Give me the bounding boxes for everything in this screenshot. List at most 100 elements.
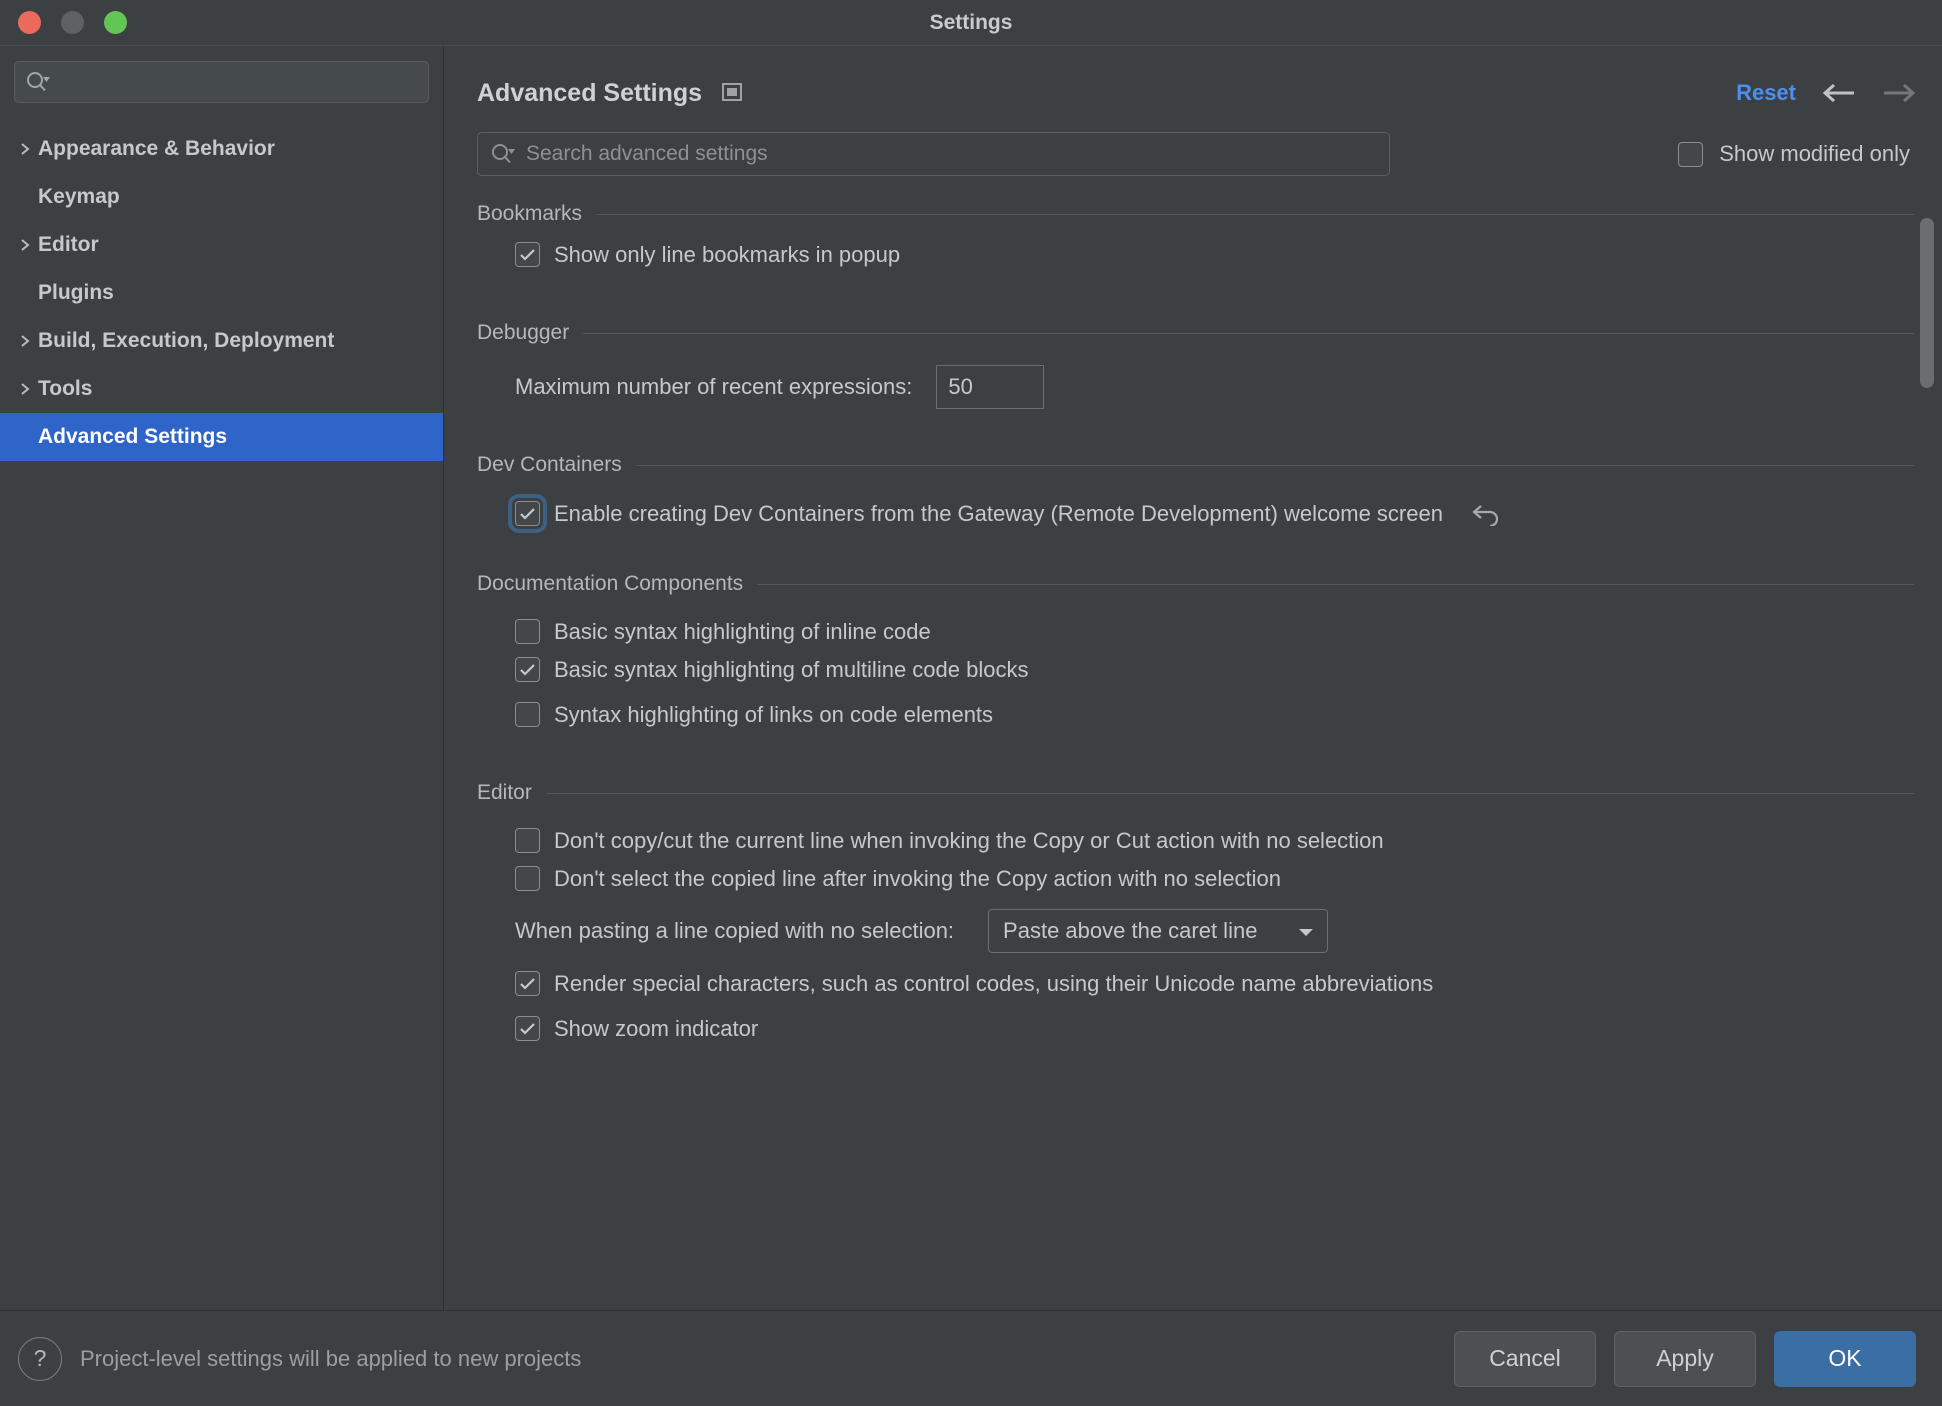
section-divider [583, 332, 1914, 334]
show-modified-only-label: Show modified only [1719, 141, 1910, 166]
sidebar-item-build-execution-deployment[interactable]: Build, Execution, Deployment [0, 317, 443, 365]
section-title: Bookmarks [477, 202, 583, 225]
section-title: Dev Containers [477, 453, 622, 476]
setting-label: Syntax highlighting of links on code ele… [554, 701, 994, 727]
help-icon[interactable]: ? [18, 1336, 62, 1381]
section-divider [757, 583, 1914, 585]
setting-row-dont-select-copied-line[interactable]: Don't select the copied line after invok… [477, 856, 1942, 901]
apply-button[interactable]: Apply [1614, 1330, 1756, 1387]
settings-main-panel: Advanced Settings Reset Search advanced … [444, 45, 1942, 1310]
checkbox-box[interactable] [515, 619, 540, 644]
section-header: Editor [477, 781, 1942, 805]
paste-behavior-dropdown[interactable]: Paste above the caret line [988, 909, 1329, 953]
header-actions: Reset [1736, 78, 1916, 106]
sidebar-item-label: Build, Execution, Deployment [38, 329, 335, 352]
sidebar-item-advanced-settings[interactable]: Advanced Settings [0, 413, 443, 461]
title-bar: Settings [0, 0, 1942, 45]
window-body: Appearance & Behavior Keymap Editor Plug… [0, 45, 1942, 1310]
setting-row-basic-syntax-multiline-blocks[interactable]: Basic syntax highlighting of multiline c… [477, 647, 1942, 692]
setting-label: Render special characters, such as contr… [554, 970, 1434, 996]
setting-label: Basic syntax highlighting of multiline c… [554, 656, 1029, 682]
chevron-right-icon[interactable] [12, 237, 38, 253]
setting-label: When pasting a line copied with no selec… [515, 918, 955, 943]
checkbox-box[interactable] [508, 494, 547, 533]
sidebar-item-plugins[interactable]: Plugins [0, 269, 443, 317]
dialog-footer: ? Project-level settings will be applied… [0, 1310, 1942, 1406]
checkbox-box[interactable] [515, 971, 540, 996]
footer-note: Project-level settings will be applied t… [80, 1345, 582, 1371]
section-divider [635, 464, 1914, 466]
checkbox-box[interactable] [1678, 141, 1704, 167]
sidebar-item-keymap[interactable]: Keymap [0, 173, 443, 221]
cancel-button[interactable]: Cancel [1454, 1330, 1596, 1387]
chevron-right-icon[interactable] [12, 141, 38, 157]
chevron-down-icon[interactable] [1297, 918, 1315, 944]
setting-row-max-recent-expressions: Maximum number of recent expressions: 50 [477, 351, 1942, 409]
checkbox-box[interactable] [515, 657, 540, 682]
back-arrow-icon[interactable] [1822, 82, 1856, 104]
max-recent-expressions-input[interactable]: 50 [936, 365, 1045, 409]
setting-label: Enable creating Dev Containers from the … [554, 500, 1443, 526]
scrollbar-thumb[interactable] [1920, 218, 1934, 388]
ok-button[interactable]: OK [1774, 1330, 1916, 1387]
section-dev-containers: Dev Containers Enable creating Dev Conta… [477, 453, 1942, 533]
chevron-right-icon[interactable] [12, 333, 38, 349]
section-editor: Editor Don't copy/cut the current line w… [477, 781, 1942, 1051]
checkbox-box[interactable] [515, 866, 540, 891]
dropdown-value: Paste above the caret line [1003, 918, 1258, 943]
section-bookmarks: Bookmarks Show only line bookmarks in po… [477, 202, 1942, 277]
revert-arrow-icon[interactable] [1471, 502, 1501, 526]
footer-buttons: Cancel Apply OK [1454, 1330, 1916, 1387]
settings-tree: Appearance & Behavior Keymap Editor Plug… [0, 125, 443, 461]
sidebar-item-label: Advanced Settings [38, 425, 228, 448]
section-header: Debugger [477, 321, 1942, 345]
section-divider [545, 792, 1914, 794]
setting-label: Show zoom indicator [554, 1015, 759, 1041]
main-header: Advanced Settings Reset [444, 46, 1942, 108]
close-button[interactable] [18, 11, 41, 34]
section-header: Bookmarks [477, 202, 1942, 226]
setting-row-render-special-characters[interactable]: Render special characters, such as contr… [477, 961, 1942, 1006]
vertical-scrollbar[interactable] [1920, 176, 1934, 1310]
forward-arrow-icon[interactable] [1882, 82, 1916, 104]
show-modified-only-checkbox[interactable]: Show modified only [1678, 141, 1916, 167]
checkbox-box[interactable] [515, 1016, 540, 1041]
page-title: Advanced Settings [477, 79, 703, 107]
minimize-button[interactable] [61, 11, 84, 34]
sidebar-item-label: Appearance & Behavior [38, 137, 275, 160]
sidebar-item-appearance-behavior[interactable]: Appearance & Behavior [0, 125, 443, 173]
chevron-right-icon[interactable] [12, 381, 38, 397]
search-placeholder: Search advanced settings [526, 142, 768, 165]
zoom-button[interactable] [104, 11, 127, 34]
section-header: Dev Containers [477, 453, 1942, 477]
sidebar-item-label: Editor [38, 233, 99, 256]
sidebar-item-tools[interactable]: Tools [0, 365, 443, 413]
sidebar-search-input[interactable] [14, 61, 429, 103]
section-title: Debugger [477, 321, 570, 344]
search-icon [25, 71, 51, 93]
section-title: Editor [477, 781, 532, 804]
checkbox-box[interactable] [515, 702, 540, 727]
checkbox-box[interactable] [515, 242, 540, 267]
section-debugger: Debugger Maximum number of recent expres… [477, 321, 1942, 409]
setting-row-show-only-line-bookmarks[interactable]: Show only line bookmarks in popup [477, 232, 1942, 277]
window-controls [0, 11, 127, 34]
setting-row-basic-syntax-inline-code[interactable]: Basic syntax highlighting of inline code [477, 602, 1942, 647]
reset-button[interactable]: Reset [1736, 80, 1796, 106]
setting-row-dont-copy-cut-current-line[interactable]: Don't copy/cut the current line when inv… [477, 811, 1942, 856]
setting-row-syntax-links-code-elements[interactable]: Syntax highlighting of links on code ele… [477, 692, 1942, 737]
search-row: Search advanced settings Show modified o… [444, 108, 1942, 176]
setting-row-enable-dev-containers[interactable]: Enable creating Dev Containers from the … [477, 483, 1942, 533]
setting-label: Don't select the copied line after invok… [554, 865, 1281, 891]
sidebar-item-editor[interactable]: Editor [0, 221, 443, 269]
advanced-settings-search-input[interactable]: Search advanced settings [477, 132, 1390, 176]
setting-row-show-zoom-indicator[interactable]: Show zoom indicator [477, 1006, 1942, 1051]
setting-label: Maximum number of recent expressions: [515, 374, 913, 399]
setting-label: Don't copy/cut the current line when inv… [554, 827, 1384, 853]
checkbox-box[interactable] [515, 828, 540, 853]
display-rectangle-icon [722, 83, 743, 106]
